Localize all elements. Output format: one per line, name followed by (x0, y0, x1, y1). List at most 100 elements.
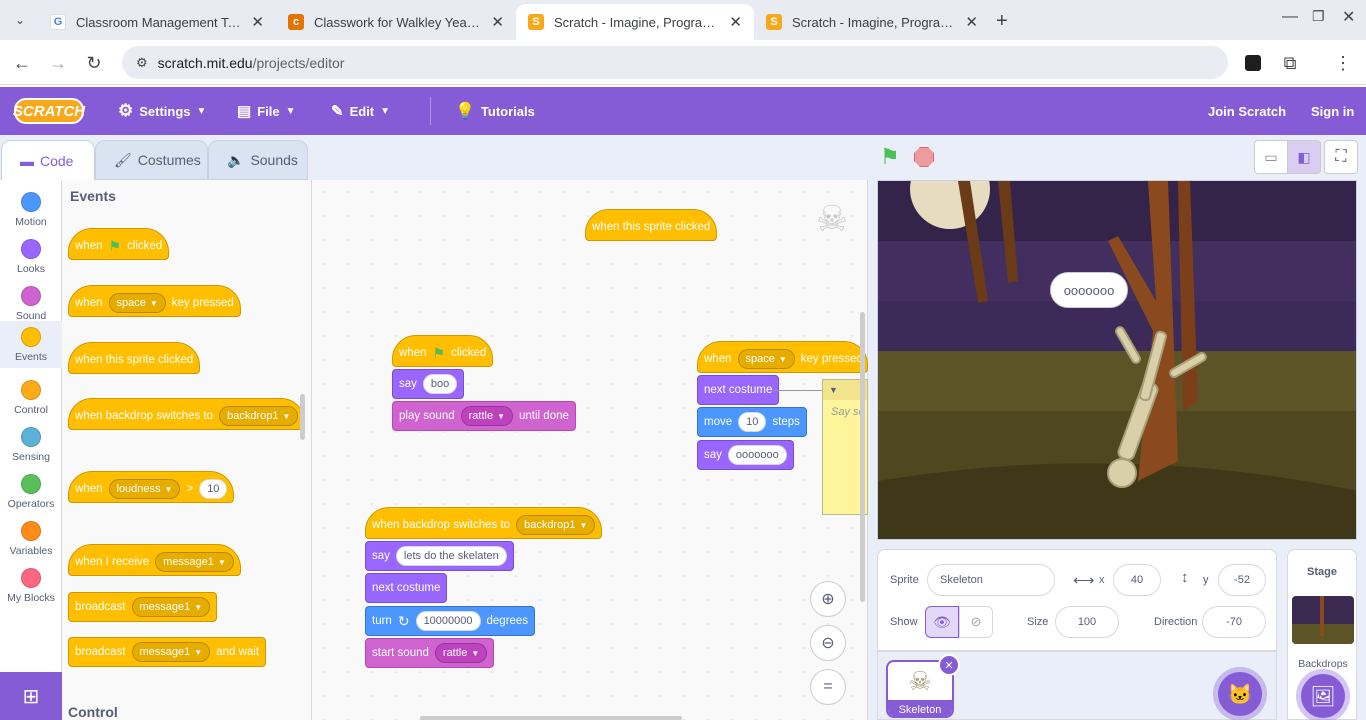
key-dropdown[interactable]: space ▼ (108, 293, 166, 313)
block-say-boo[interactable]: say boo (392, 369, 465, 399)
join-scratch-link[interactable]: Join Scratch (1208, 87, 1286, 135)
script-when-key-pressed[interactable]: when space ▼ key pressed (697, 341, 868, 373)
palette-when-flag-clicked[interactable]: when ⚑ clicked (68, 228, 170, 260)
category-sensing[interactable]: Sensing (0, 421, 62, 468)
small-stage-button[interactable]: ▭ (1254, 140, 1288, 174)
reload-icon[interactable]: ↻ (81, 50, 107, 76)
large-stage-button[interactable]: ◧ (1287, 140, 1321, 174)
workspace-vertical-scrollbar[interactable] (860, 312, 865, 602)
block-next-costume[interactable]: next costume (365, 573, 448, 603)
back-icon[interactable]: ← (9, 50, 35, 76)
choose-backdrop-button[interactable]: 🖼 (1301, 674, 1345, 718)
hide-sprite-button[interactable]: ⊘ (959, 606, 993, 638)
script-when-backdrop-switches[interactable]: when backdrop switches to backdrop1 ▼ (365, 507, 603, 539)
choose-sprite-button[interactable]: 🐱 (1218, 672, 1262, 716)
direction-input[interactable]: -70 (1202, 606, 1266, 638)
block-say-ooooooo[interactable]: say ooooooo (697, 440, 794, 470)
close-icon[interactable]: ✕ (729, 13, 742, 31)
green-flag-button[interactable]: ⚑ (880, 144, 900, 170)
browser-tab[interactable]: S Scratch - Imagine, Program, Sh ✕ (754, 4, 990, 40)
sound-dropdown[interactable]: rattle ▼ (460, 406, 514, 426)
degrees-input[interactable]: 10000000 (415, 611, 481, 631)
value-input[interactable]: 10 (199, 479, 228, 499)
scratch-logo[interactable]: SCRATCH (13, 98, 85, 124)
add-extension-button[interactable]: ⊞ (0, 672, 62, 720)
delete-sprite-button[interactable]: ✕ (938, 654, 960, 676)
tab-sounds[interactable]: 🔈 Sounds (208, 140, 308, 180)
close-icon[interactable]: ✕ (251, 13, 264, 31)
fullscreen-button[interactable]: ⛶ (1324, 140, 1358, 174)
palette-when-sprite-clicked[interactable]: when this sprite clicked (68, 342, 201, 374)
block-start-sound[interactable]: start sound rattle ▼ (365, 638, 495, 668)
tab-costumes[interactable]: 🖌 Costumes (95, 140, 208, 180)
palette-when-loudness[interactable]: when loudness ▼ > 10 (68, 471, 235, 503)
block-next-costume[interactable]: next costume (697, 375, 780, 405)
settings-menu[interactable]: ⚙ Settings ▼ (118, 87, 206, 135)
backdrop-thumbnail[interactable] (1292, 596, 1354, 644)
key-dropdown[interactable]: space ▼ (737, 349, 795, 369)
say-input[interactable]: boo (422, 374, 458, 394)
steps-input[interactable]: 10 (738, 412, 767, 432)
browser-tab-active[interactable]: S Scratch - Imagine, Program, Sh ✕ (516, 4, 754, 40)
stage-canvas[interactable]: ooooooo (877, 180, 1357, 540)
edit-menu[interactable]: ✎ Edit ▼ (331, 87, 390, 135)
close-icon[interactable]: ✕ (491, 13, 504, 31)
browser-tab[interactable]: c Classwork for Walkley Year 3 (2 ✕ (276, 4, 516, 40)
message-dropdown[interactable]: message1 ▼ (155, 552, 234, 572)
category-control[interactable]: Control (0, 374, 62, 421)
forward-icon[interactable]: → (45, 50, 71, 76)
window-close-icon[interactable]: ✕ (1342, 7, 1355, 27)
browser-tab[interactable]: G Classroom Management Tools ✕ (38, 4, 276, 40)
more-menu-icon[interactable]: ⋮ (1330, 50, 1356, 76)
zoom-reset-button[interactable]: = (810, 669, 846, 705)
sound-dropdown[interactable]: rattle ▼ (434, 643, 488, 663)
palette-when-key-pressed[interactable]: when space ▼ key pressed (68, 285, 241, 317)
code-workspace[interactable]: ☠ when this sprite clicked when ⚑ clicked … (312, 180, 868, 720)
backdrop-dropdown[interactable]: backdrop1 ▼ (219, 406, 299, 426)
new-tab-icon[interactable]: + (996, 10, 1008, 33)
stage-selector[interactable]: Stage Backdrops 🖼 (1287, 549, 1357, 720)
close-icon[interactable]: ✕ (965, 13, 978, 31)
category-my-blocks[interactable]: My Blocks (0, 562, 62, 609)
sensor-dropdown[interactable]: loudness ▼ (108, 479, 181, 499)
extensions-puzzle-icon[interactable]: ⧉ (1277, 50, 1303, 76)
category-motion[interactable]: Motion (0, 186, 62, 233)
backdrop-dropdown[interactable]: backdrop1 ▼ (516, 515, 596, 535)
block-move-steps[interactable]: move 10 steps (697, 407, 807, 437)
category-looks[interactable]: Looks (0, 233, 62, 280)
message-dropdown[interactable]: message1 ▼ (131, 642, 211, 662)
zoom-out-button[interactable]: ⊖ (810, 625, 846, 661)
maximize-icon[interactable]: ❐ (1312, 8, 1325, 25)
palette-when-backdrop-switches[interactable]: when backdrop switches to backdrop1 ▼ (68, 398, 306, 430)
script-when-sprite-clicked[interactable]: when this sprite clicked (585, 209, 718, 241)
script-when-flag-clicked[interactable]: when ⚑ clicked (392, 335, 494, 367)
palette-when-i-receive[interactable]: when I receive message1 ▼ (68, 544, 241, 576)
file-menu[interactable]: ▤ File ▼ (237, 87, 296, 135)
block-turn-degrees[interactable]: turn ↻ 10000000 degrees (365, 606, 536, 636)
x-input[interactable]: 40 (1113, 564, 1161, 596)
zoom-in-button[interactable]: ⊕ (810, 581, 846, 617)
stop-button[interactable] (914, 147, 934, 167)
say-input[interactable]: ooooooo (727, 445, 787, 465)
block-say-lets-do[interactable]: say lets do the skelaten (365, 541, 514, 571)
palette-scrollbar[interactable] (300, 394, 305, 440)
message-dropdown[interactable]: message1 ▼ (131, 597, 211, 617)
minimize-icon[interactable]: — (1282, 8, 1298, 26)
y-input[interactable]: -52 (1218, 564, 1266, 596)
tab-search-icon[interactable]: ⌄ (10, 10, 30, 30)
site-info-icon[interactable]: ⚙ (136, 55, 148, 71)
say-input[interactable]: lets do the skelaten (395, 546, 507, 566)
sprite-name-input[interactable]: Skeleton (927, 564, 1055, 596)
palette-broadcast[interactable]: broadcast message1 ▼ (68, 592, 218, 622)
address-bar[interactable]: ⚙ scratch.mit.edu/projects/editor (122, 46, 1228, 79)
palette-broadcast-and-wait[interactable]: broadcast message1 ▼ and wait (68, 637, 267, 667)
category-variables[interactable]: Variables (0, 515, 62, 562)
extension-icon[interactable] (1245, 55, 1261, 71)
block-play-sound-until-done[interactable]: play sound rattle ▼ until done (392, 401, 576, 431)
category-operators[interactable]: Operators (0, 468, 62, 515)
sign-in-link[interactable]: Sign in (1311, 87, 1354, 135)
category-sound[interactable]: Sound (0, 280, 62, 327)
tab-code[interactable]: ▬ Code (1, 140, 95, 180)
category-events[interactable]: Events (0, 321, 62, 368)
show-sprite-button[interactable]: 👁 (925, 606, 959, 638)
